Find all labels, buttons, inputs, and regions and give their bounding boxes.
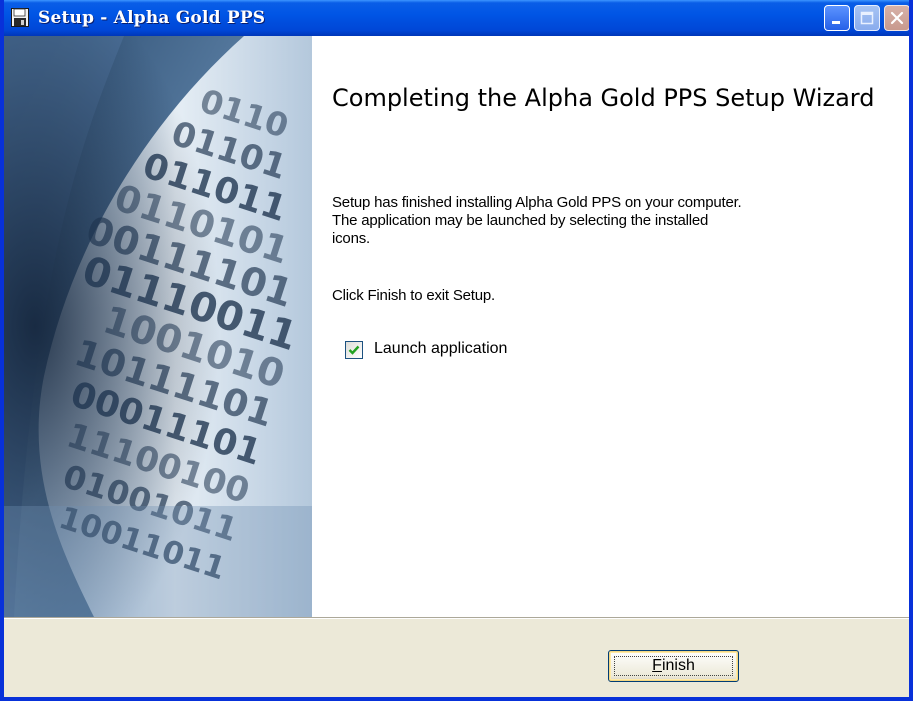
completion-message-line: Setup has finished installing Alpha Gold…: [332, 194, 742, 211]
title-bar[interactable]: Setup - Alpha Gold PPS: [4, 0, 909, 36]
wizard-side-image: 0110 01101 011011 0110101 00111101 01110011 10…: [4, 36, 312, 617]
minimize-button[interactable]: [824, 5, 850, 31]
page-title: Completing the Alpha Gold PPS Setup Wiza…: [332, 84, 875, 112]
checkmark-icon: [348, 345, 360, 355]
exit-instructions: Click Finish to exit Setup.: [332, 287, 495, 304]
close-button[interactable]: [884, 5, 909, 31]
completion-message-line: The application may be launched by selec…: [332, 212, 709, 229]
launch-application-label[interactable]: Launch application: [374, 340, 507, 358]
setup-window: Setup - Alpha Gold PPS 0110 01101 011011…: [0, 0, 913, 701]
maximize-button[interactable]: [854, 5, 880, 31]
launch-application-checkbox[interactable]: [345, 341, 363, 359]
wizard-content: 0110 01101 011011 0110101 00111101 01110011 10…: [4, 36, 909, 617]
window-title: Setup - Alpha Gold PPS: [38, 8, 266, 28]
floppy-disk-icon: [11, 8, 29, 27]
completion-message-line: icons.: [332, 230, 370, 247]
finish-button[interactable]: Finish: [608, 650, 739, 682]
completion-message: Setup has finished installing Alpha Gold…: [332, 194, 892, 248]
footer-divider: [4, 617, 909, 619]
focus-rectangle: [614, 656, 733, 676]
